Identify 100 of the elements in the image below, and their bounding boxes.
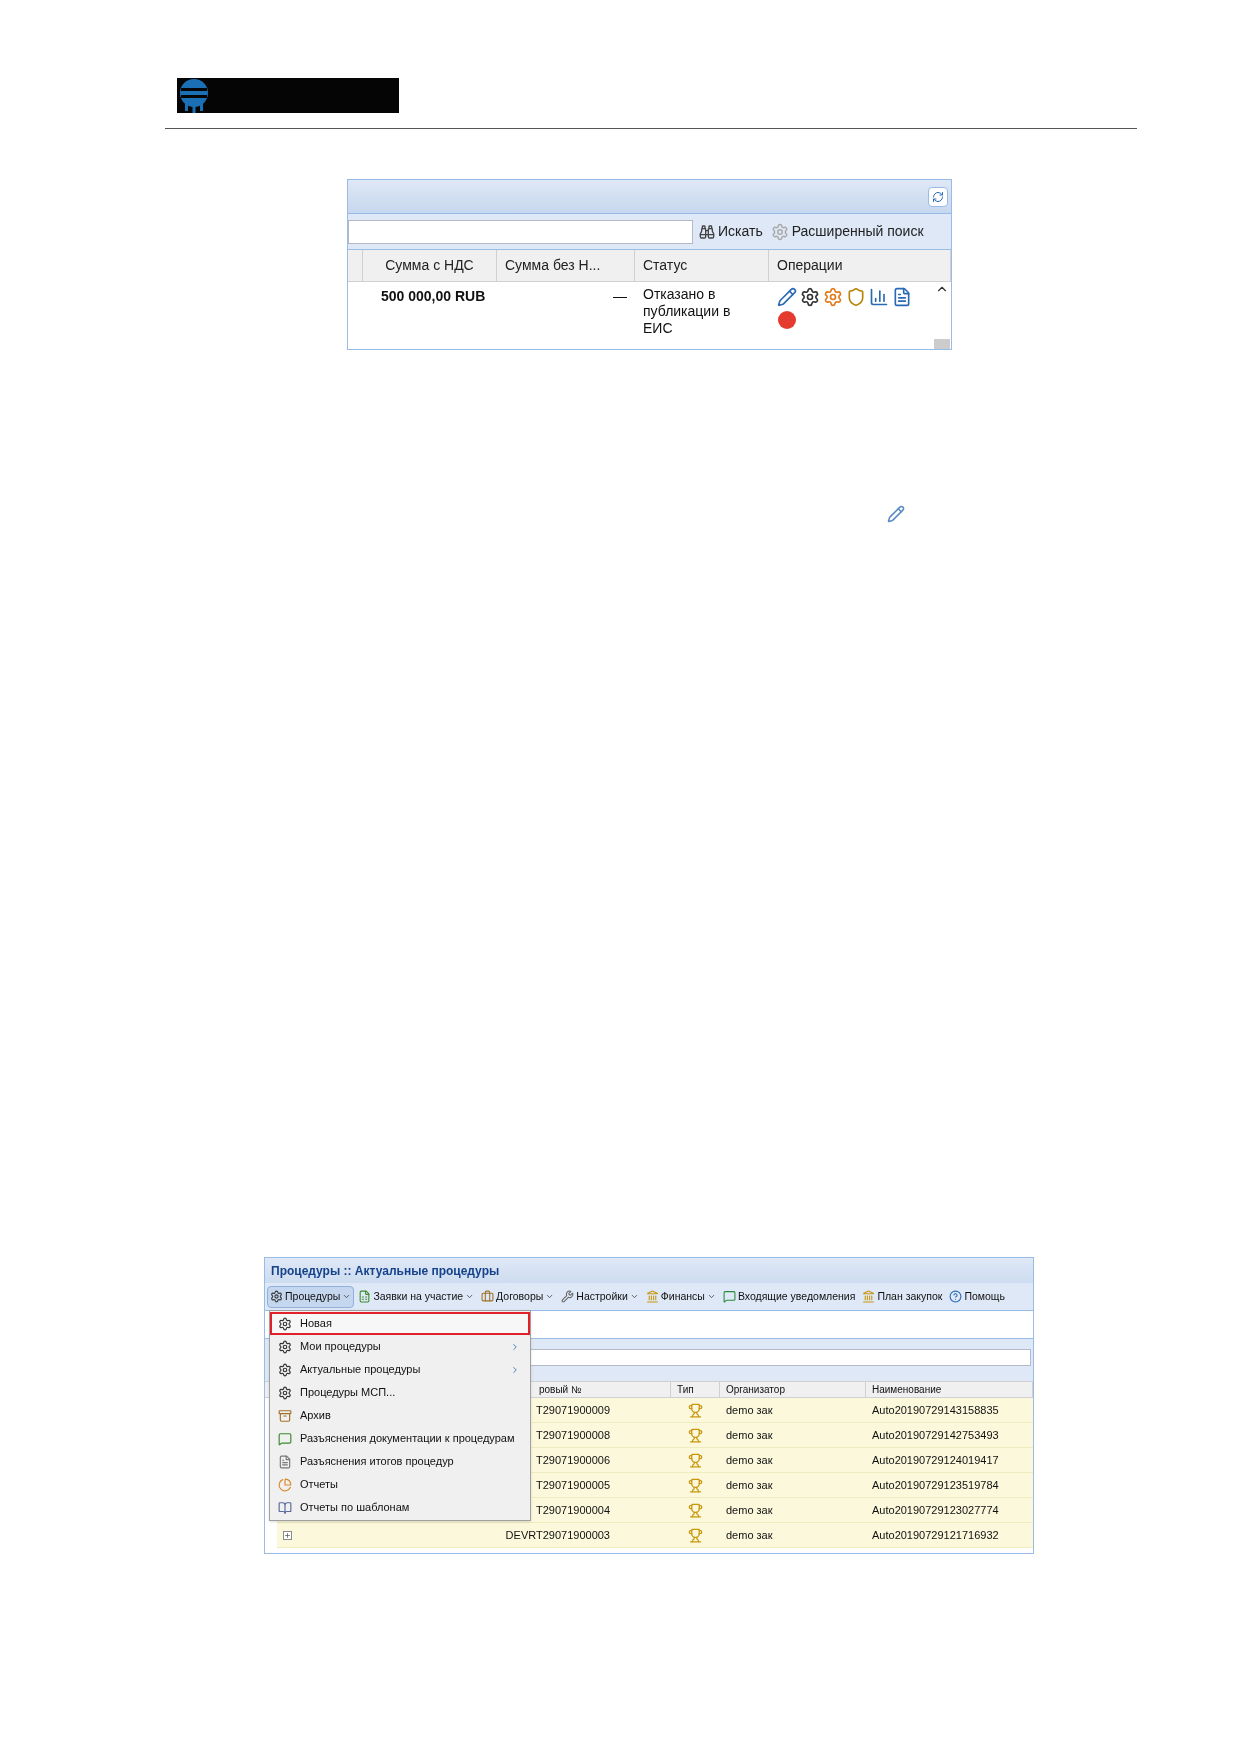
trophy-icon (688, 1477, 703, 1493)
table-cell-text: — (612, 287, 628, 306)
menu-item[interactable]: Отчеты по шаблонам (270, 1496, 530, 1519)
pie-chart-icon (278, 1477, 292, 1492)
bank-icon (645, 1290, 659, 1303)
menu-item-label: Архив (300, 1408, 332, 1424)
menu-item[interactable]: Разъяснения документации к процедурам (270, 1427, 530, 1450)
message-icon (278, 1431, 292, 1446)
toolbar-button[interactable]: План закупок (859, 1285, 946, 1308)
caret-icon (545, 1292, 555, 1301)
menu-item-label: Новая (300, 1316, 333, 1332)
menu-item-label: Разъяснения документации к процедурам (300, 1431, 516, 1447)
table-cell-text: Auto20190729143158835 (871, 1402, 1000, 1418)
advanced-search-button[interactable]: Расширенный поиск (770, 221, 924, 242)
toolbar-button[interactable]: Договоры (478, 1285, 558, 1308)
menu-item[interactable]: Разъяснения итогов процедур (270, 1450, 530, 1473)
menu-item-label: Актуальные процедуры (300, 1362, 422, 1378)
stop-icon[interactable] (777, 310, 797, 330)
column-header[interactable]: Статус (635, 250, 769, 281)
table-cell-text: Auto20190729123027774 (871, 1502, 1000, 1518)
table-cell-text: Auto20190729123519784 (871, 1477, 1000, 1493)
table-cell-text: demo зак (725, 1452, 774, 1468)
gear-icon (770, 222, 789, 241)
table-cell-text: Auto20190729121716932 (871, 1527, 1000, 1543)
gear-icon (278, 1385, 292, 1400)
pencil-icon[interactable] (777, 287, 797, 307)
caret-icon (342, 1292, 352, 1301)
toolbar-button[interactable]: Входящие уведомления (719, 1285, 859, 1308)
table-cell-text: DEVRT29071900003 (505, 1527, 611, 1543)
menu-item-label: Процедуры МСП... (300, 1385, 397, 1401)
logo-icon (177, 78, 399, 113)
trophy-icon (688, 1452, 703, 1468)
document-icon (278, 1454, 292, 1469)
column-header[interactable]: Сумма с НДС (363, 250, 497, 281)
caret-icon (706, 1292, 716, 1301)
toolbar-button[interactable]: Помощь (946, 1285, 1008, 1308)
menu-item[interactable]: Новая (270, 1312, 530, 1335)
gear-icon (278, 1362, 292, 1377)
table-cell-text: T29071900006 (536, 1452, 611, 1468)
gear-icon (278, 1339, 292, 1354)
wrench-icon (561, 1290, 575, 1303)
column-header[interactable]: Сумма без Н... (497, 250, 635, 281)
briefcase-icon (481, 1290, 495, 1303)
menu-item[interactable]: Процедуры МСП... (270, 1381, 530, 1404)
table-cell-text: T29071900009 (536, 1402, 611, 1418)
table-cell-text: T29071900005 (536, 1477, 611, 1493)
column-header[interactable]: Тип (671, 1382, 720, 1397)
table-cell-text: Auto20190729142753493 (871, 1427, 1000, 1443)
menu-item[interactable]: Мои процедуры (270, 1335, 530, 1358)
binoculars-icon (699, 223, 715, 240)
refresh-icon (932, 190, 944, 203)
column-header[interactable]: Операции (769, 250, 951, 281)
menu-item-label: Мои процедуры (300, 1339, 382, 1355)
table-cell-text: demo зак (725, 1477, 774, 1493)
trophy-icon (688, 1502, 703, 1518)
search-field[interactable] (348, 219, 693, 244)
trophy-icon (688, 1402, 703, 1418)
column-header[interactable]: ровый № (533, 1382, 671, 1397)
pencil-icon (887, 505, 905, 523)
menu-item-label: Отчеты по шаблонам (300, 1500, 411, 1516)
help-icon (949, 1290, 963, 1303)
document-icon[interactable] (892, 287, 912, 307)
window-title: Процедуры :: Актуальные процедуры (265, 1258, 1033, 1283)
trophy-icon (688, 1427, 703, 1443)
plus-icon (283, 1531, 291, 1539)
spreadsheet-icon (358, 1290, 372, 1303)
search-button[interactable]: Искать (699, 221, 763, 242)
gears-icon (270, 1290, 283, 1303)
toolbar-button[interactable]: Процедуры (267, 1285, 355, 1308)
column-header[interactable]: Организатор (720, 1382, 866, 1397)
table-cell-text: Отказано в публикации в ЕИС (642, 285, 732, 338)
refresh-button[interactable] (928, 186, 948, 207)
menu-item[interactable]: Актуальные процедуры (270, 1358, 530, 1381)
table-cell-text: T29071900008 (536, 1427, 611, 1443)
archive-icon (278, 1408, 292, 1423)
table-cell-text: demo зак (725, 1427, 774, 1443)
table-cell-text: Auto20190729124019417 (871, 1452, 1000, 1468)
table-cell-text: demo зак (725, 1502, 774, 1518)
message-icon (722, 1290, 736, 1303)
notebook-icon (278, 1500, 292, 1515)
gear-icon (278, 1316, 292, 1331)
toolbar-button[interactable]: Настройки (558, 1285, 642, 1308)
table-cell-text: 500 000,00 RUB (380, 287, 487, 306)
column-header[interactable]: Наименование (866, 1382, 1033, 1397)
menu-item-label: Отчеты (300, 1477, 340, 1493)
scroll-thumb[interactable] (934, 339, 950, 349)
toolbar-button[interactable]: Заявки на участие (355, 1285, 478, 1308)
caret-icon (465, 1292, 475, 1301)
trophy-icon (688, 1527, 703, 1543)
menu-item-label: Разъяснения итогов процедур (300, 1454, 455, 1470)
bar-chart-icon[interactable] (869, 287, 889, 307)
toolbar-button[interactable]: Финансы (642, 1285, 719, 1308)
caret-icon (629, 1292, 639, 1301)
table-cell-text: T29071900004 (536, 1502, 611, 1518)
gear-icon[interactable] (800, 287, 820, 307)
bank-icon (862, 1290, 876, 1303)
menu-item[interactable]: Отчеты (270, 1473, 530, 1496)
menu-item[interactable]: Архив (270, 1404, 530, 1427)
table-cell-text: demo зак (725, 1527, 774, 1543)
expand-toggle[interactable] (282, 1530, 292, 1540)
